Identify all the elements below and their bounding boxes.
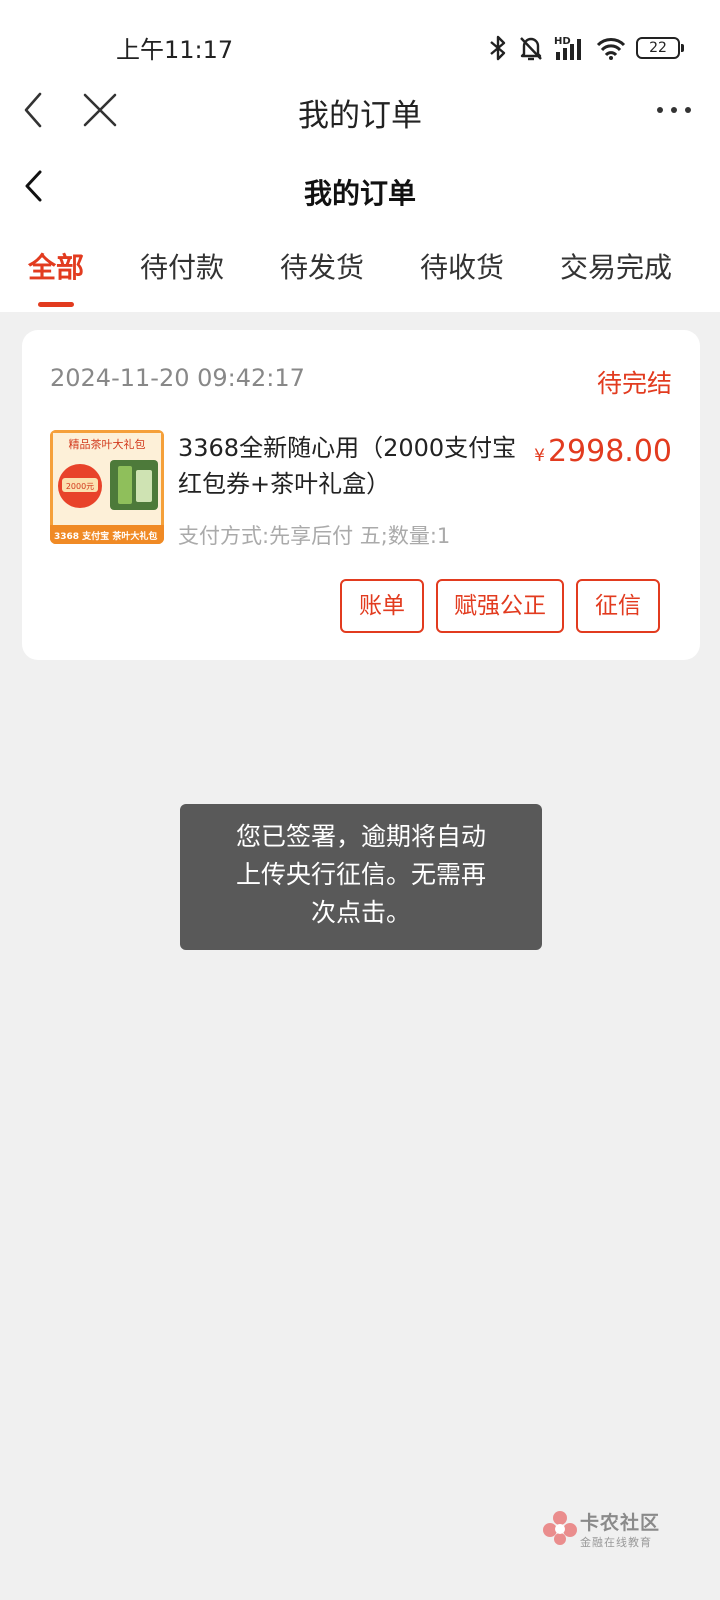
order-price: ¥2998.00 — [534, 434, 672, 469]
active-tab-indicator — [38, 302, 74, 307]
price-amount: 2998.00 — [547, 434, 672, 469]
bill-button[interactable]: 账单 — [340, 579, 424, 633]
thumbnail-badge: 2000元 — [66, 482, 94, 491]
status-time: 上午11:17 — [116, 36, 234, 64]
order-status: 待完结 — [596, 369, 672, 398]
thumbnail-top-text: 精品茶叶大礼包 — [69, 437, 146, 451]
order-card[interactable]: 2024-11-20 09:42:17 待完结 精品茶叶大礼包 2000元 33… — [22, 330, 700, 660]
browser-title-bar: 我的订单 — [0, 76, 720, 146]
battery-icon: 22 — [636, 37, 684, 59]
product-thumbnail[interactable]: 精品茶叶大礼包 2000元 3368 支付宝 茶叶大礼包 — [50, 430, 164, 544]
bell-muted-icon — [520, 37, 542, 61]
notarization-button[interactable]: 赋强公正 — [436, 579, 564, 633]
watermark-icon — [543, 1511, 577, 1545]
toast-text: 您已签署，逾期将自动上传央行征信。无需再次点击。 — [235, 822, 486, 927]
tab-pending-payment[interactable]: 待付款 — [140, 246, 224, 286]
page-header: 我的订单 — [0, 160, 720, 220]
currency-symbol: ¥ — [534, 446, 545, 466]
tab-pending-receipt[interactable]: 待收货 — [420, 246, 504, 286]
order-datetime: 2024-11-20 09:42:17 — [50, 364, 305, 392]
watermark-sub: 金融在线教育 — [580, 1536, 652, 1549]
credit-report-button[interactable]: 征信 — [576, 579, 660, 633]
product-title[interactable]: 3368全新随心用（2000支付宝红包券+茶叶礼盒） — [178, 430, 534, 502]
watermark-name: 卡农社区 — [580, 1512, 661, 1534]
thumbnail-bottom-text: 3368 支付宝 茶叶大礼包 — [54, 530, 157, 542]
order-tabs: 全部 待付款 待发货 待收货 交易完成 — [0, 240, 720, 307]
toast-message: 您已签署，逾期将自动上传央行征信。无需再次点击。 — [180, 804, 542, 950]
tab-pending-shipment[interactable]: 待发货 — [280, 246, 364, 286]
svg-text:HD: HD — [554, 36, 571, 47]
order-meta: 支付方式:先享后付 五;数量:1 — [178, 524, 451, 548]
browser-title: 我的订单 — [298, 98, 422, 134]
bluetooth-icon — [490, 35, 506, 61]
battery-level: 22 — [649, 40, 667, 56]
watermark-logo: 卡农社区 金融在线教育 — [542, 1510, 674, 1552]
product-thumbnail-art: 精品茶叶大礼包 2000元 3368 支付宝 茶叶大礼包 — [50, 430, 164, 544]
wifi-icon — [596, 38, 626, 60]
status-icons: HD 22 — [488, 32, 684, 64]
tab-all[interactable]: 全部 — [28, 246, 84, 286]
more-icon[interactable] — [652, 88, 696, 132]
hd-signal-icon: HD — [554, 36, 581, 60]
page-title: 我的订单 — [303, 177, 416, 210]
tab-completed[interactable]: 交易完成 — [560, 246, 672, 286]
